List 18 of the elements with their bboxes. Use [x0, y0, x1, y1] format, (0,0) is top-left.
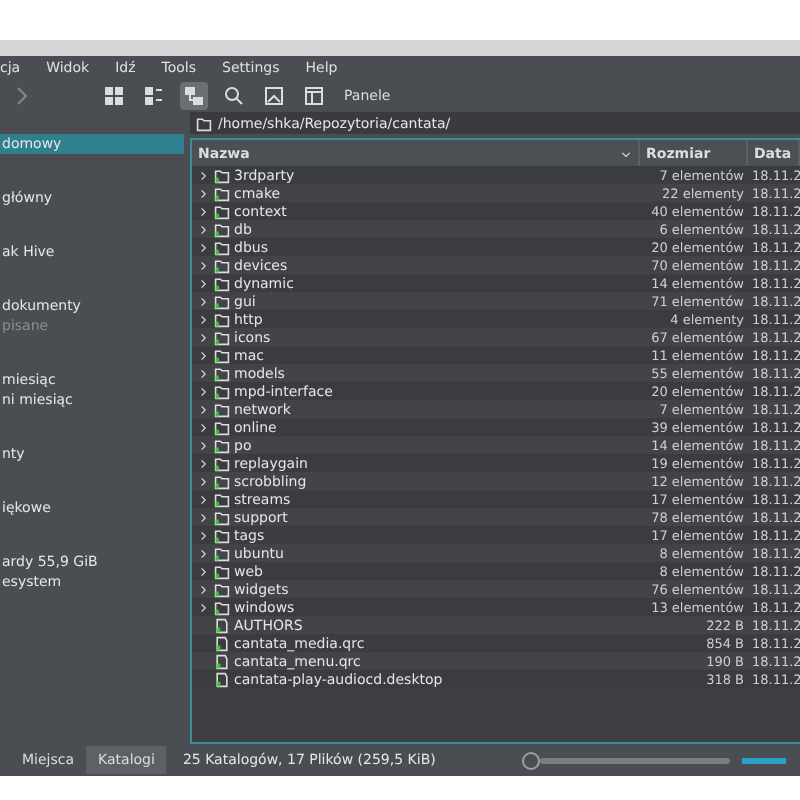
slider-thumb[interactable]: [522, 751, 541, 769]
window-icon: [304, 86, 324, 106]
split-button[interactable]: [300, 82, 328, 110]
list-view-icon: [144, 86, 164, 106]
grid-view-icon: [104, 86, 124, 106]
preview-button[interactable]: [260, 82, 288, 110]
view-mode-button[interactable]: [180, 82, 208, 110]
image-icon: [264, 86, 284, 106]
search-icon: [224, 86, 244, 106]
folder-icon: [196, 115, 212, 131]
search-button[interactable]: [220, 82, 248, 110]
chevron-right-icon: [12, 86, 32, 106]
slider-track[interactable]: [540, 757, 731, 763]
view-mode-button[interactable]: [140, 82, 168, 110]
tree-view-icon: [184, 86, 204, 106]
space-meter: [742, 757, 787, 763]
sort-caret-icon: [620, 147, 632, 159]
view-mode-button[interactable]: [100, 82, 128, 110]
